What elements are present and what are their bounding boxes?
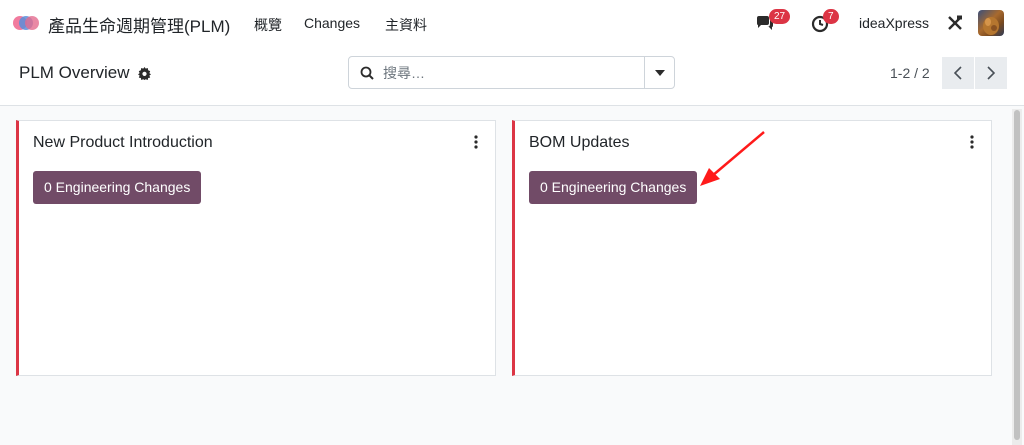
annotation-arrow-icon bbox=[700, 131, 765, 186]
page-title: PLM Overview bbox=[19, 63, 130, 82]
app-title[interactable]: 產品生命週期管理(PLM) bbox=[48, 12, 230, 37]
pager-previous-button[interactable] bbox=[942, 57, 974, 89]
activities-badge: 7 bbox=[823, 9, 839, 24]
messages-badge: 27 bbox=[769, 9, 791, 24]
engineering-changes-button[interactable]: 0 Engineering Changes bbox=[529, 171, 698, 204]
card-title: New Product Introduction bbox=[33, 134, 213, 151]
menu-changes[interactable]: Changes bbox=[304, 15, 360, 31]
gear-icon[interactable] bbox=[137, 66, 151, 80]
engineering-changes-button[interactable]: 0 Engineering Changes bbox=[33, 171, 202, 204]
kanban-card-new-product-introduction[interactable]: New Product Introduction 0 Engineering C… bbox=[16, 120, 496, 376]
caret-down-icon bbox=[654, 69, 665, 76]
company-name[interactable]: ideaXpress bbox=[859, 15, 929, 31]
activities-button[interactable]: 7 bbox=[811, 9, 847, 36]
chevron-left-icon bbox=[954, 66, 962, 80]
top-navbar: 產品生命週期管理(PLM) 概覽 Changes 主資料 27 7 ideaXp… bbox=[0, 0, 1024, 46]
pager-value[interactable]: 1-2 / 2 bbox=[890, 65, 930, 81]
scrollbar-thumb[interactable] bbox=[1014, 110, 1020, 440]
search-box bbox=[348, 56, 675, 89]
search-icon bbox=[360, 66, 374, 80]
user-avatar[interactable] bbox=[978, 10, 1004, 36]
avatar-image bbox=[983, 17, 999, 35]
tools-icon[interactable] bbox=[947, 15, 963, 31]
chevron-right-icon bbox=[987, 66, 995, 80]
messages-button[interactable]: 27 bbox=[755, 9, 795, 36]
control-panel: PLM Overview 1-2 / 2 bbox=[0, 46, 1024, 106]
kebab-menu-icon[interactable] bbox=[967, 134, 977, 150]
search-options-toggle[interactable] bbox=[644, 57, 674, 88]
breadcrumb: PLM Overview bbox=[19, 63, 151, 83]
kebab-menu-icon[interactable] bbox=[471, 134, 481, 150]
card-title: BOM Updates bbox=[529, 134, 630, 151]
app-logo-icon[interactable] bbox=[12, 13, 40, 33]
menu-overview[interactable]: 概覽 bbox=[254, 15, 282, 35]
pager-next-button[interactable] bbox=[975, 57, 1007, 89]
search-input[interactable] bbox=[383, 63, 633, 83]
menu-master-data[interactable]: 主資料 bbox=[385, 15, 427, 35]
